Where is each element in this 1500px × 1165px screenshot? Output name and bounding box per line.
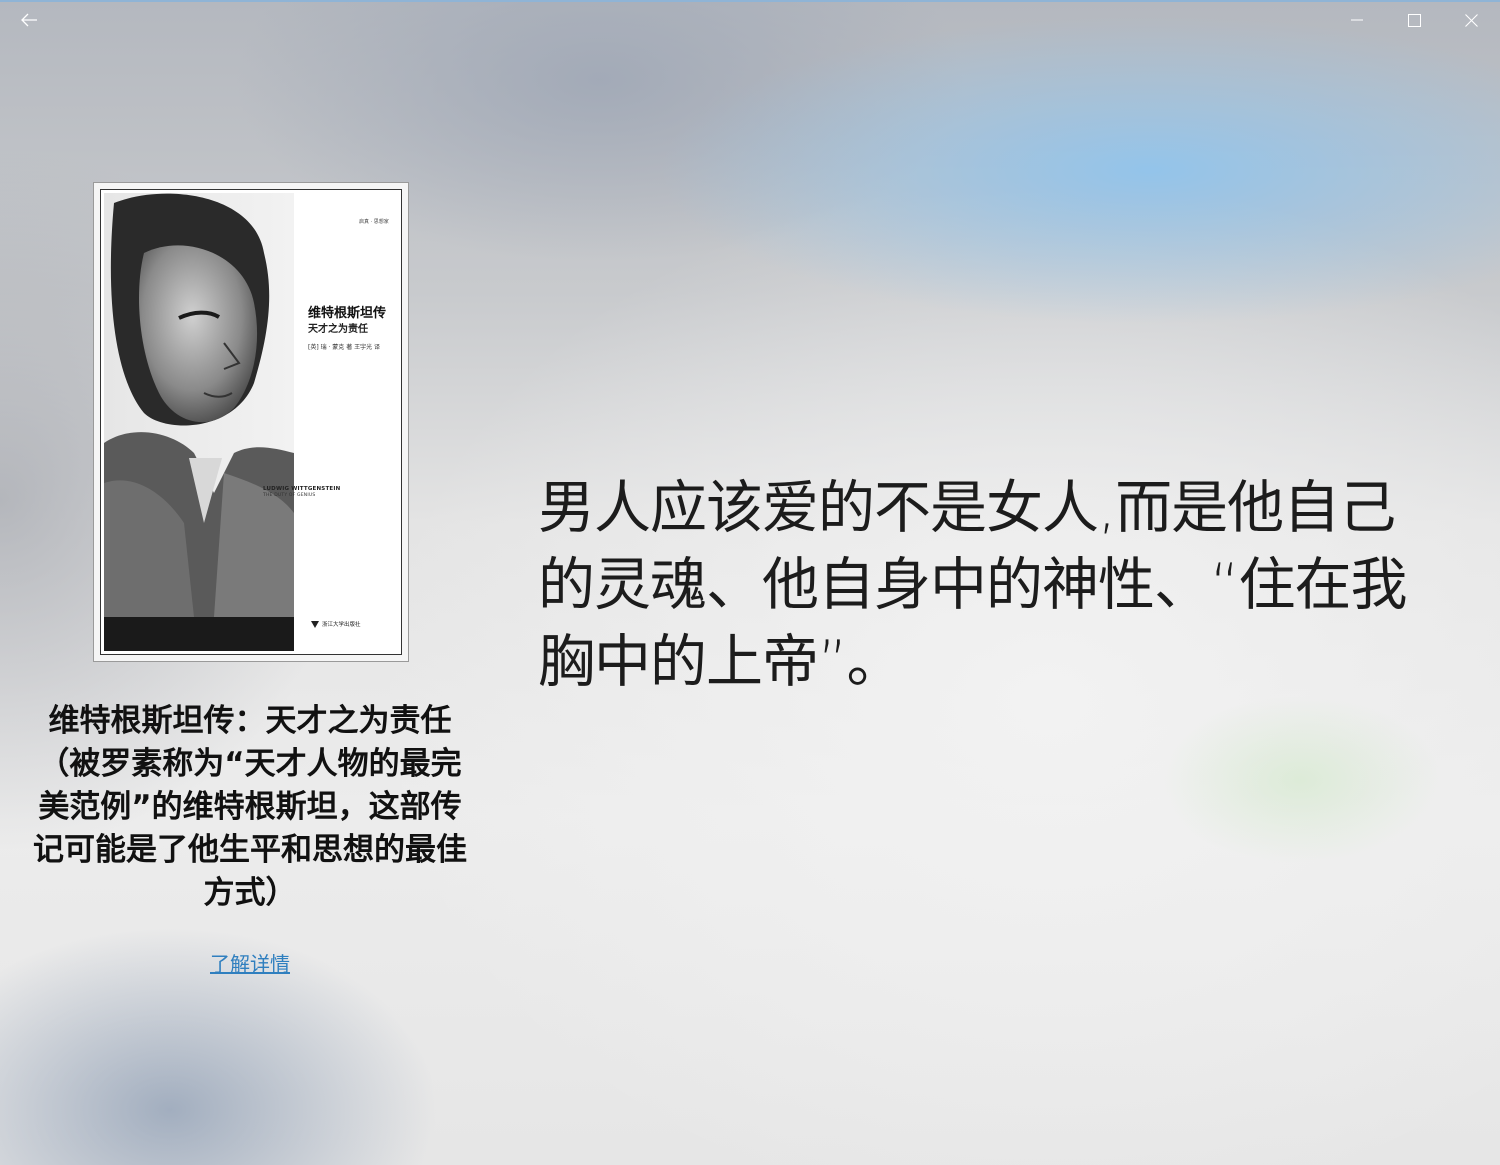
publisher-logo-icon xyxy=(311,620,319,628)
maximize-icon xyxy=(1407,13,1421,27)
maximize-button[interactable] xyxy=(1391,2,1437,38)
cover-author: [英] 瑞 · 蒙克 著 王宇光 译 xyxy=(308,344,381,351)
cover-title: 维特根斯坦传 xyxy=(308,306,387,321)
book-title: 维特根斯坦传：天才之为责任（被罗素称为“天才人物的最完美范例”的维特根斯坦，这部… xyxy=(33,703,467,911)
cover-subtitle: 天才之为责任 xyxy=(308,324,368,335)
cover-english-subtitle: THE DUTY OF GENIUS xyxy=(263,493,316,498)
cover-series-label: 启真 · 思想家 xyxy=(359,219,389,225)
minimize-button[interactable] xyxy=(1334,2,1380,38)
arrow-left-icon xyxy=(21,13,37,27)
book-cover[interactable]: 启真 · 思想家 维特根斯坦传 天才之为责任 [英] 瑞 · 蒙克 著 王宇光 … xyxy=(93,182,409,662)
author-portrait-image xyxy=(104,193,294,617)
cover-english-title: LUDWIG WITTGENSTEIN xyxy=(263,486,341,492)
close-icon xyxy=(1464,13,1478,27)
learn-more-link[interactable]: 了解详情 xyxy=(150,948,350,977)
quote-text: 男人应该爱的不是女人,而是他自己的灵魂、他自身中的神性、“住在我胸中的上帝”。 xyxy=(538,475,1408,695)
cover-publisher: 浙江大学出版社 xyxy=(311,620,361,628)
cover-dark-band xyxy=(104,617,294,651)
back-button[interactable] xyxy=(6,2,52,38)
close-button[interactable] xyxy=(1448,2,1494,38)
cover-publisher-name: 浙江大学出版社 xyxy=(322,622,361,628)
minimize-icon xyxy=(1351,19,1363,21)
book-cover-frame: 启真 · 思想家 维特根斯坦传 天才之为责任 [英] 瑞 · 蒙克 著 王宇光 … xyxy=(100,189,402,655)
title-bar xyxy=(0,2,1500,38)
